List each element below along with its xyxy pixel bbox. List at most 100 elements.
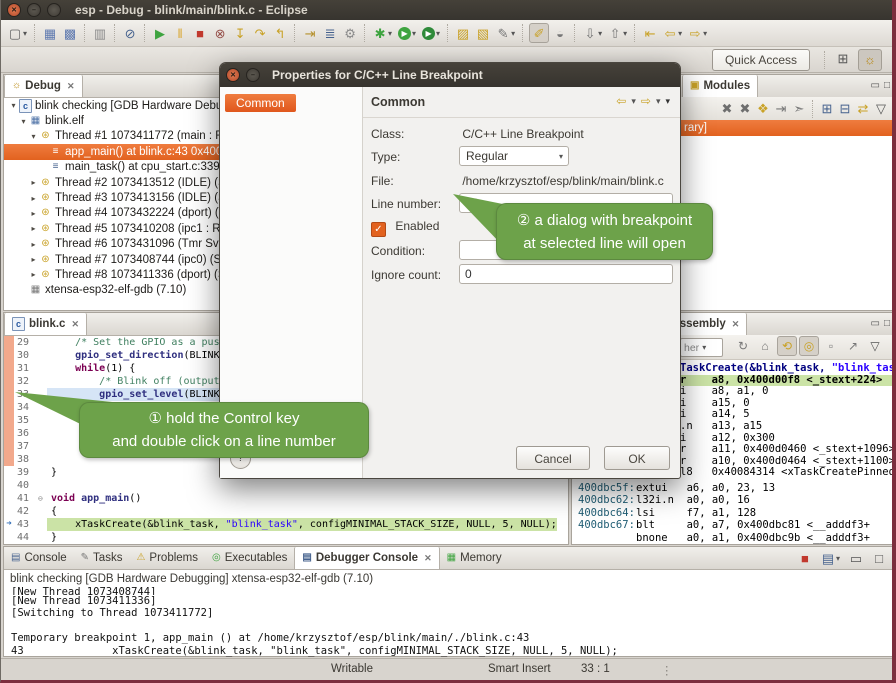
tab-debugger-console[interactable]: ▤Debugger Console✕ — [294, 547, 439, 569]
line-number[interactable]: 44 — [14, 531, 38, 544]
chevron-right-icon[interactable]: ▸ — [28, 240, 39, 249]
tab-debug[interactable]: ☼ Debug ✕ — [4, 75, 83, 97]
debug-tree-row[interactable]: ▸⊛Thread #3 1073413156 (IDLE) (Susp — [4, 190, 230, 205]
window-minimize-icon[interactable]: – — [27, 3, 41, 17]
debug-tree-row[interactable]: ▦xtensa-esp32-elf-gdb (7.10) — [4, 283, 230, 298]
toolbar-forward-button[interactable]: ⇨▾ — [686, 23, 709, 43]
debug-tree-row[interactable]: ▾▦blink.elf — [4, 113, 230, 128]
toolbar-refresh-button[interactable]: ⇄ — [855, 99, 871, 119]
toolbar-pin-button[interactable]: ↗ — [843, 336, 863, 356]
chevron-right-icon[interactable]: ▸ — [28, 255, 39, 264]
debug-tree-row[interactable]: ▸⊛Thread #2 1073413512 (IDLE) (Susp — [4, 175, 230, 190]
toolbar-step-into-button[interactable]: ↧ — [231, 23, 249, 43]
line-number[interactable]: 37 — [14, 440, 38, 453]
toolbar-expand-all-button[interactable]: ⊞ — [819, 99, 835, 119]
chevron-down-icon[interactable]: ▾ — [702, 343, 706, 352]
toolbar-suspend-button[interactable]: ‖ — [171, 23, 189, 43]
ok-button[interactable]: OK — [604, 446, 670, 470]
line-number[interactable]: 32 — [14, 375, 38, 388]
debug-tree-row[interactable]: ≡main_task() at cpu_start.c:339 0x4 — [4, 160, 230, 175]
status-drag-handle[interactable]: ⋮ — [661, 663, 673, 677]
toolbar-remove-button[interactable]: ✖ — [719, 99, 735, 119]
dialog-close-icon[interactable]: ✕ — [226, 68, 240, 82]
toolbar-open-new-view-button[interactable]: ▫ — [821, 336, 841, 356]
line-number[interactable]: 34 — [14, 401, 38, 414]
forward-menu-icon[interactable]: ▾ — [656, 96, 661, 107]
close-icon[interactable]: ✕ — [71, 319, 79, 330]
minimize-icon[interactable]: ▭ — [871, 319, 880, 329]
toolbar-binary-console-button[interactable]: ▥ — [91, 23, 109, 43]
cancel-button[interactable]: Cancel — [516, 446, 590, 470]
toolbar-step-over-button[interactable]: ↷ — [251, 23, 269, 43]
debug-tree-row[interactable]: ▸⊛Thread #6 1073431096 (Tmr Svc) (S — [4, 237, 230, 252]
line-number[interactable]: 36 — [14, 427, 38, 440]
line-number[interactable]: 40 — [14, 479, 38, 492]
toolbar-debug-settings-button[interactable]: ⚙ — [341, 23, 359, 43]
line-number[interactable]: 45 — [14, 544, 38, 545]
disassembly-listing-lower[interactable]: w.n400dbc5f:extui a6, a0, 23, 13400dbc62… — [572, 469, 894, 545]
toolbar-mark-occurrences-button[interactable]: ✐ — [529, 23, 549, 43]
forward-icon[interactable]: ⇨ — [641, 94, 651, 108]
toolbar-thread-view-button[interactable]: ≣ — [321, 23, 339, 43]
toolbar-track-expression-button[interactable]: ◎ — [799, 336, 819, 356]
toolbar-view-menu-button[interactable]: ▽ — [873, 99, 889, 119]
chevron-right-icon[interactable]: ▸ — [28, 270, 39, 279]
toolbar-open-resource-button[interactable]: ▧ — [474, 23, 492, 43]
tab-modules[interactable]: ▣ Modules — [682, 75, 758, 97]
tab-blink-c[interactable]: c blink.c ✕ — [4, 313, 87, 335]
toolbar-view-menu-button[interactable]: ▽ — [865, 336, 885, 356]
toolbar-annotate-button[interactable]: ✎▾ — [494, 23, 517, 43]
toolbar-run-button[interactable]: ▶▾ — [396, 23, 418, 43]
chevron-right-icon[interactable]: ▸ — [28, 194, 39, 203]
dialog-minimize-icon[interactable]: – — [246, 68, 260, 82]
toolbar-display-selected-console-button[interactable]: ▤▾ — [819, 548, 842, 568]
close-icon[interactable]: ✕ — [424, 553, 432, 564]
toolbar-disconnect-button[interactable]: ⊗ — [211, 23, 229, 43]
tab-problems[interactable]: ⚠Problems — [129, 547, 205, 569]
line-number[interactable]: 38 — [14, 453, 38, 466]
type-dropdown[interactable]: Regular ▾ — [459, 146, 569, 166]
toolbar-select-button[interactable]: ➣ — [791, 99, 807, 119]
enabled-checkbox[interactable]: ✓ — [371, 222, 386, 237]
toolbar-sync-pc-button[interactable]: ⟲ — [777, 336, 797, 356]
toolbar-resume-button[interactable]: ▶ — [151, 23, 169, 43]
tab-memory[interactable]: ▦Memory — [440, 547, 509, 569]
debug-tree-row[interactable]: ▸⊛Thread #7 1073408744 (ipc0) (Susp — [4, 252, 230, 267]
maximize-icon[interactable]: □ — [884, 319, 890, 329]
chevron-down-icon[interactable]: ▾ — [8, 101, 19, 110]
debug-perspective-button[interactable]: ☼ — [858, 49, 882, 71]
toolbar-collapse-all-button[interactable]: ⊟ — [837, 99, 853, 119]
toolbar-remove-all-button[interactable]: ✖ — [737, 99, 753, 119]
toolbar-load-symbols-button[interactable]: ⇥ — [773, 99, 789, 119]
toolbar-new-button[interactable]: ▢▾ — [6, 23, 29, 43]
close-icon[interactable]: ✕ — [732, 319, 740, 330]
chevron-down-icon[interactable]: ▾ — [28, 132, 39, 141]
toolbar-add-module-button[interactable]: ❖ — [755, 99, 771, 119]
line-number[interactable]: 29 — [14, 336, 38, 349]
chevron-right-icon[interactable]: ▸ — [28, 209, 39, 218]
toolbar-debug-config-button[interactable]: ✱▾ — [371, 23, 394, 43]
tab-console[interactable]: ▤Console — [4, 547, 74, 569]
debug-tree-row[interactable]: ▾⊛Thread #1 1073411772 (main : Runn — [4, 129, 230, 144]
chevron-down-icon[interactable]: ▾ — [18, 117, 29, 126]
toolbar-step-return-button[interactable]: ↰ — [271, 23, 289, 43]
debug-tree-row[interactable]: ▸⊛Thread #4 1073432224 (dport) (Sus — [4, 206, 230, 221]
console-output[interactable]: [New Thread 1073408744][New Thread 10734… — [4, 586, 894, 657]
toolbar-terminate-button[interactable]: ■ — [191, 23, 209, 43]
line-number[interactable]: 33 — [14, 388, 38, 401]
toolbar-open-element-button[interactable]: ▨ — [454, 23, 472, 43]
toolbar-export-breakpoints-button[interactable]: ⇧▾ — [606, 23, 629, 43]
toolbar-skip-all-breakpoints-button[interactable]: ⊘ — [121, 23, 139, 43]
line-number[interactable]: 41 — [14, 492, 38, 505]
quick-access-button[interactable]: Quick Access — [712, 49, 810, 71]
toolbar-last-edit-location-button[interactable]: ⇤ — [641, 23, 659, 43]
chevron-right-icon[interactable]: ▸ — [28, 178, 39, 187]
toolbar-save-all-button[interactable]: ▩ — [61, 23, 79, 43]
toolbar-import-breakpoints-button[interactable]: ⇩▾ — [581, 23, 604, 43]
ignore-count-input[interactable] — [459, 264, 673, 284]
toolbar-maximize-button[interactable]: □ — [870, 548, 888, 568]
view-menu-icon[interactable]: ▾ — [665, 96, 670, 107]
toolbar-save-button[interactable]: ▦ — [41, 23, 59, 43]
toolbar-refresh-button[interactable]: ↻ — [733, 336, 753, 356]
fold-marker-icon[interactable]: ⊖ — [38, 492, 47, 505]
